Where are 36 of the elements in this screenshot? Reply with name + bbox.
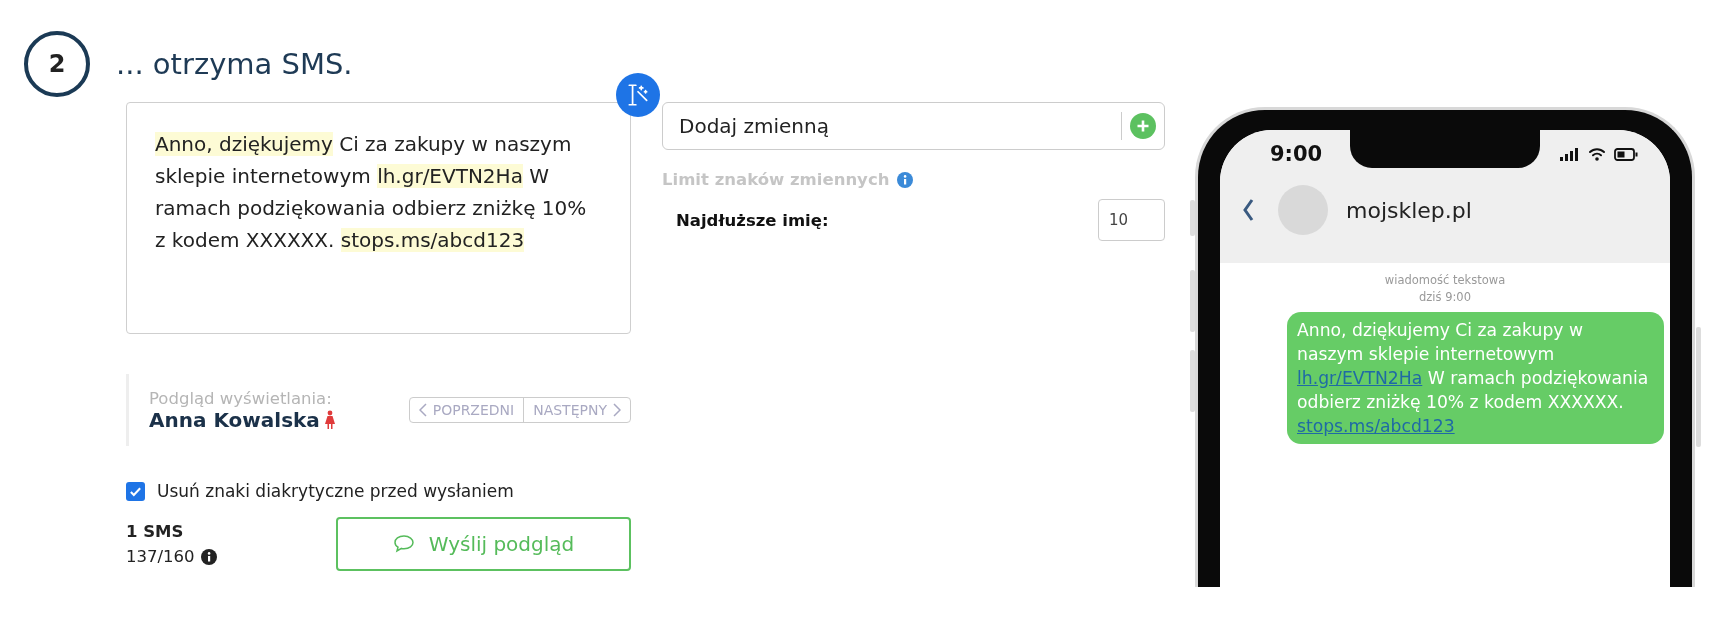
signal-icon — [1560, 147, 1580, 161]
plus-icon — [1130, 113, 1156, 139]
message-field[interactable]: Anno, dziękujemy Ci za zakupy w naszym sklepie internetowym lh.gr/EVTN2Ha W ramach podziękowania odbierz zniżkę 10% z kodem XXXXXX. stops.ms/abcd123 — [126, 102, 631, 334]
message-meta: dziś 9:00 — [1419, 290, 1471, 304]
checkbox[interactable] — [126, 481, 145, 501]
text-cursor-wand-button[interactable] — [616, 73, 660, 117]
add-variable-dropdown[interactable]: Dodaj zmienną — [662, 102, 1165, 150]
field-label: Najdłuższe imię: — [676, 210, 829, 230]
chevron-right-icon — [613, 403, 621, 417]
recipient-name: Anna Kowalska — [149, 407, 320, 432]
message-meta: wiadomość tekstowa — [1384, 273, 1506, 287]
step-number: 2 — [24, 31, 90, 97]
contact-name: mojsklep.pl — [1346, 197, 1472, 223]
previous-button[interactable]: POPRZEDNI — [409, 398, 524, 422]
step-title: ... otrzyma SMS. — [116, 47, 353, 81]
woman-icon — [323, 409, 336, 430]
info-icon — [200, 548, 217, 565]
link[interactable]: lh.gr/EVTN2Ha — [1297, 368, 1423, 388]
link[interactable]: stops.ms/abcd123 — [1297, 416, 1455, 436]
preview-label: Podgląd wyświetlania: — [149, 388, 333, 408]
message-text: Anno, dziękujemy Ci za zakupy w naszym sklepie internetowym lh.gr/EVTN2Ha W ramach podziękowania odbierz zniżkę 10% z kodem XXXXXX. stops.ms/abcd123 — [155, 131, 588, 254]
checkbox-label: Usuń znaki diakrytyczne przed wysłaniem — [157, 481, 514, 501]
wifi-icon — [1588, 147, 1606, 161]
info-icon — [897, 171, 914, 188]
sms-count: 1 SMS — [126, 522, 185, 541]
status-time: 9:00 — [1270, 142, 1323, 166]
send-preview-button[interactable]: Wyślij podgląd — [336, 517, 631, 571]
next-button[interactable]: NASTĘPNY — [523, 398, 630, 422]
battery-icon — [1614, 147, 1638, 161]
speech-bubble-icon — [392, 534, 415, 554]
back-chevron-icon — [1242, 198, 1254, 222]
chevron-left-icon — [418, 403, 427, 417]
character-count: 137/160 — [126, 547, 195, 566]
section-title: Limit znaków zmiennych — [662, 170, 890, 189]
number-field[interactable]: 10 — [1098, 199, 1165, 241]
message-bubble: Anno, dziękujemy Ci za zakupy w naszym sklepie internetowym lh.gr/EVTN2Ha W ramach podziękowania odbierz zniżkę 10% z kodem XXXXXX. stops.ms/abcd123 — [1287, 312, 1664, 444]
